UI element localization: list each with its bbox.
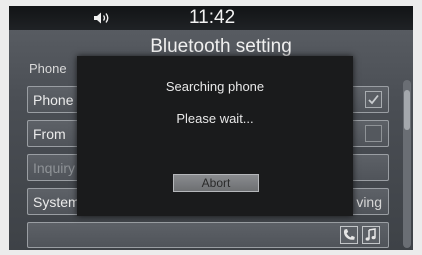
scrollbar-thumb[interactable] xyxy=(404,90,410,130)
searching-dialog: Searching phone Please wait... Abort xyxy=(77,56,353,216)
clock: 11:42 xyxy=(189,7,236,28)
phone-icon[interactable] xyxy=(340,226,358,244)
abort-button[interactable]: Abort xyxy=(173,174,259,192)
display-bezel: 11:42 Bluetooth setting Phone Phone From… xyxy=(0,0,422,255)
row-label: System xyxy=(33,194,80,210)
dialog-message-searching: Searching phone xyxy=(165,79,265,94)
row-label: Phone xyxy=(33,92,74,108)
phone-checkbox[interactable] xyxy=(365,91,382,108)
music-icon[interactable] xyxy=(362,226,380,244)
row-value: ving xyxy=(356,194,382,210)
from-option-box[interactable] xyxy=(365,125,382,142)
section-label-phone: Phone xyxy=(29,61,67,76)
speaker-volume-icon xyxy=(93,11,111,25)
row-label: Inquiry xyxy=(33,160,76,176)
bluetooth-setting-screen: 11:42 Bluetooth setting Phone Phone From… xyxy=(9,6,413,250)
row-label: From xyxy=(33,126,66,142)
dialog-message-wait: Please wait... xyxy=(176,111,254,126)
setting-row-device[interactable] xyxy=(27,222,389,248)
status-bar: 11:42 xyxy=(9,6,413,30)
scrollbar[interactable] xyxy=(403,80,411,248)
